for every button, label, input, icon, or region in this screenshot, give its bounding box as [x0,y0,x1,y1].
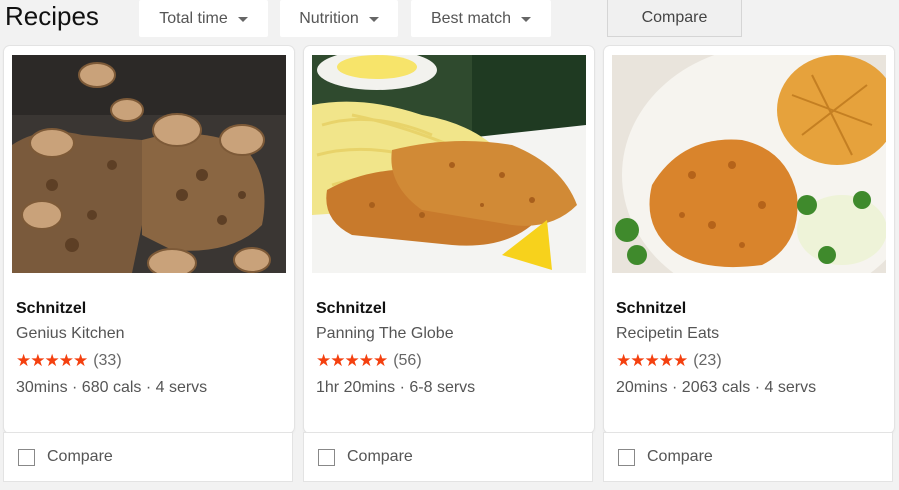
nutrition-filter-label: Nutrition [299,9,359,27]
recipe-photo[interactable] [312,55,586,273]
total-time-filter-label: Total time [159,9,228,27]
header-bar: Recipes Total time Nutrition Best match … [0,0,899,40]
star-rating-icon: ★★★★★ [616,351,688,370]
best-match-filter[interactable]: Best match [411,0,551,37]
compare-checkbox-label: Compare [647,448,713,465]
recipe-name[interactable]: Schnitzel [616,300,686,318]
compare-button[interactable]: Compare [607,0,742,37]
nutrition-filter[interactable]: Nutrition [280,0,398,37]
star-rating-icon: ★★★★★ [16,351,88,370]
recipe-source: Genius Kitchen [16,325,125,342]
review-count: (56) [393,352,422,369]
review-count: (33) [93,352,122,369]
recipe-photo[interactable] [612,55,886,273]
compare-checkbox-label: Compare [47,448,113,465]
compare-checkbox-label: Compare [347,448,413,465]
recipe-card[interactable]: Schnitzel Panning The Globe ★★★★★ (56) 1… [304,46,594,433]
recipe-rating: ★★★★★ (56) [316,351,422,371]
total-time-filter[interactable]: Total time [139,0,268,37]
page-title: Recipes [5,1,99,31]
recipe-meta: 20mins · 2063 cals · 4 servs [616,379,817,396]
compare-checkbox[interactable] [318,448,335,466]
compare-checkbox[interactable] [18,448,35,466]
compare-checkbox-row[interactable]: Compare [604,433,892,481]
chevron-down-icon [368,17,379,22]
recipe-name[interactable]: Schnitzel [316,300,386,318]
best-match-filter-label: Best match [430,9,512,27]
recipe-meta: 1hr 20mins · 6-8 servs [316,379,476,396]
star-rating-icon: ★★★★★ [316,351,388,370]
recipe-name[interactable]: Schnitzel [16,300,86,318]
recipe-meta: 30mins · 680 cals · 4 servs [16,379,208,396]
recipe-rating: ★★★★★ (23) [616,351,722,371]
review-count: (23) [693,352,722,369]
compare-checkbox[interactable] [618,448,635,466]
recipe-source: Panning The Globe [316,325,454,342]
chevron-down-icon [521,17,532,22]
recipe-source: Recipetin Eats [616,325,720,342]
recipe-card[interactable]: Schnitzel Genius Kitchen ★★★★★ (33) 30mi… [4,46,294,433]
chevron-down-icon [237,17,248,22]
recipe-rating: ★★★★★ (33) [16,351,122,371]
compare-checkbox-row[interactable]: Compare [4,433,292,481]
compare-checkbox-row[interactable]: Compare [304,433,592,481]
recipe-card[interactable]: Schnitzel Recipetin Eats ★★★★★ (23) 20mi… [604,46,894,433]
recipe-photo[interactable] [12,55,286,273]
